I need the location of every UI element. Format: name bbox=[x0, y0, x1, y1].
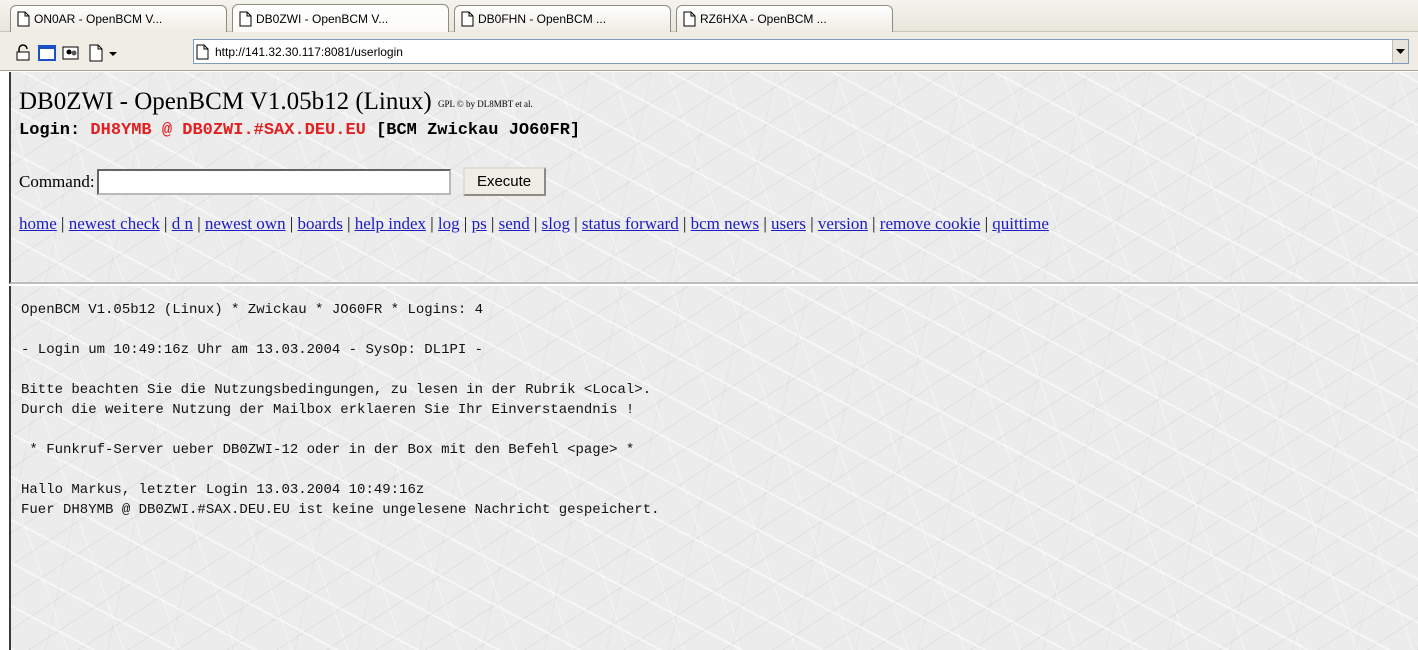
tab-label: DB0FHN - OpenBCM ... bbox=[478, 12, 607, 26]
page-title: DB0ZWI - OpenBCM V1.05b12 (Linux) GPL © … bbox=[19, 88, 533, 116]
tab-label: RZ6HXA - OpenBCM ... bbox=[700, 12, 827, 26]
nav-link-newest-check[interactable]: newest check bbox=[69, 214, 160, 233]
chevron-down-icon bbox=[1396, 48, 1405, 54]
terminal-line: Fuer DH8YMB @ DB0ZWI.#SAX.DEU.EU ist kei… bbox=[21, 502, 660, 518]
address-dropdown-button[interactable] bbox=[1392, 40, 1408, 63]
terminal-output: OpenBCM V1.05b12 (Linux) * Zwickau * JO6… bbox=[21, 300, 660, 520]
dropdown-arrow-icon[interactable] bbox=[107, 44, 119, 62]
nav-separator: | bbox=[570, 214, 582, 233]
nav-link-d-n[interactable]: d n bbox=[172, 214, 193, 233]
nav-separator: | bbox=[192, 214, 205, 233]
page-icon bbox=[239, 11, 252, 26]
bbs-title: DB0ZWI - OpenBCM V1.05b12 (Linux) bbox=[19, 88, 432, 115]
nav-separator: | bbox=[486, 214, 499, 233]
login-label: Login: bbox=[19, 121, 81, 140]
terminal-line: - Login um 10:49:16z Uhr am 13.03.2004 -… bbox=[21, 342, 484, 358]
nav-separator: | bbox=[342, 214, 355, 233]
terminal-line: * Funkruf-Server ueber DB0ZWI-12 oder in… bbox=[21, 442, 635, 458]
nav-separator: | bbox=[529, 214, 542, 233]
nav-separator: | bbox=[285, 214, 298, 233]
nav-link-log[interactable]: log bbox=[438, 214, 460, 233]
nav-separator: | bbox=[980, 214, 993, 233]
window-icon[interactable] bbox=[38, 44, 56, 62]
nav-link-bcm-news[interactable]: bcm news bbox=[691, 214, 759, 233]
terminal-line: OpenBCM V1.05b12 (Linux) * Zwickau * JO6… bbox=[21, 302, 484, 318]
new-page-icon[interactable] bbox=[87, 44, 105, 62]
tab-db0zwi[interactable]: DB0ZWI - OpenBCM V... bbox=[232, 4, 449, 32]
command-input[interactable] bbox=[96, 168, 451, 195]
url-text: http://141.32.30.117:8081/userlogin bbox=[215, 44, 403, 59]
nav-link-remove-cookie[interactable]: remove cookie bbox=[880, 214, 981, 233]
gpl-notice: GPL © by DL8MBT et al. bbox=[437, 99, 533, 109]
nav-link-ps[interactable]: ps bbox=[472, 214, 487, 233]
nav-link-newest-own[interactable]: newest own bbox=[205, 214, 286, 233]
page-icon bbox=[683, 11, 696, 27]
address-bar[interactable]: http://141.32.30.117:8081/userlogin bbox=[193, 39, 1409, 64]
nav-separator: | bbox=[426, 214, 438, 233]
browser-tab-strip: ON0AR - OpenBCM V... DB0ZWI - OpenBCM V.… bbox=[0, 0, 1418, 32]
nav-separator: | bbox=[159, 214, 172, 233]
nav-separator: | bbox=[867, 214, 880, 233]
login-bbs: [BCM Zwickau JO60FR] bbox=[376, 121, 581, 140]
login-user: DH8YMB @ DB0ZWI.#SAX.DEU.EU bbox=[90, 121, 366, 140]
tab-rz6hxa[interactable]: RZ6HXA - OpenBCM ... bbox=[676, 5, 893, 32]
lock-icon[interactable] bbox=[14, 44, 32, 62]
nav-separator: | bbox=[459, 214, 472, 233]
nav-link-home[interactable]: home bbox=[19, 214, 57, 233]
nav-link-send[interactable]: send bbox=[499, 214, 530, 233]
nav-link-slog[interactable]: slog bbox=[542, 214, 570, 233]
page-icon bbox=[17, 11, 30, 27]
browser-toolbar: http://141.32.30.117:8081/userlogin bbox=[0, 32, 1418, 71]
nav-link-users[interactable]: users bbox=[771, 214, 806, 233]
tab-on0ar[interactable]: ON0AR - OpenBCM V... bbox=[10, 5, 227, 32]
people-icon[interactable] bbox=[62, 44, 80, 62]
page-icon bbox=[196, 44, 209, 59]
nav-separator: | bbox=[805, 214, 818, 233]
nav-link-status-forward[interactable]: status forward bbox=[582, 214, 679, 233]
tab-db0fhn[interactable]: DB0FHN - OpenBCM ... bbox=[454, 5, 671, 32]
execute-button[interactable]: Execute bbox=[462, 167, 546, 196]
tab-label: ON0AR - OpenBCM V... bbox=[34, 12, 163, 26]
nav-separator: | bbox=[678, 214, 691, 233]
terminal-line: Durch die weitere Nutzung der Mailbox er… bbox=[21, 402, 635, 418]
nav-separator: | bbox=[759, 214, 771, 233]
nav-link-quittime[interactable]: quittime bbox=[992, 214, 1049, 233]
tab-label: DB0ZWI - OpenBCM V... bbox=[256, 11, 389, 26]
page-icon bbox=[461, 11, 474, 27]
command-form: Command: Execute bbox=[19, 167, 546, 196]
nav-link-help-index[interactable]: help index bbox=[355, 214, 426, 233]
header-frame: DB0ZWI - OpenBCM V1.05b12 (Linux) GPL © … bbox=[9, 72, 1418, 284]
nav-link-boards[interactable]: boards bbox=[297, 214, 342, 233]
output-frame: OpenBCM V1.05b12 (Linux) * Zwickau * JO6… bbox=[9, 286, 1418, 650]
nav-separator: | bbox=[56, 214, 69, 233]
command-label: Command: bbox=[19, 171, 95, 191]
nav-links: home | newest check | d n | newest own |… bbox=[19, 214, 1049, 234]
terminal-line: Hallo Markus, letzter Login 13.03.2004 1… bbox=[21, 482, 425, 498]
login-info: Login: DH8YMB @ DB0ZWI.#SAX.DEU.EU [BCM … bbox=[19, 121, 580, 140]
terminal-line: Bitte beachten Sie die Nutzungsbedingung… bbox=[21, 382, 652, 398]
nav-link-version[interactable]: version bbox=[818, 214, 868, 233]
